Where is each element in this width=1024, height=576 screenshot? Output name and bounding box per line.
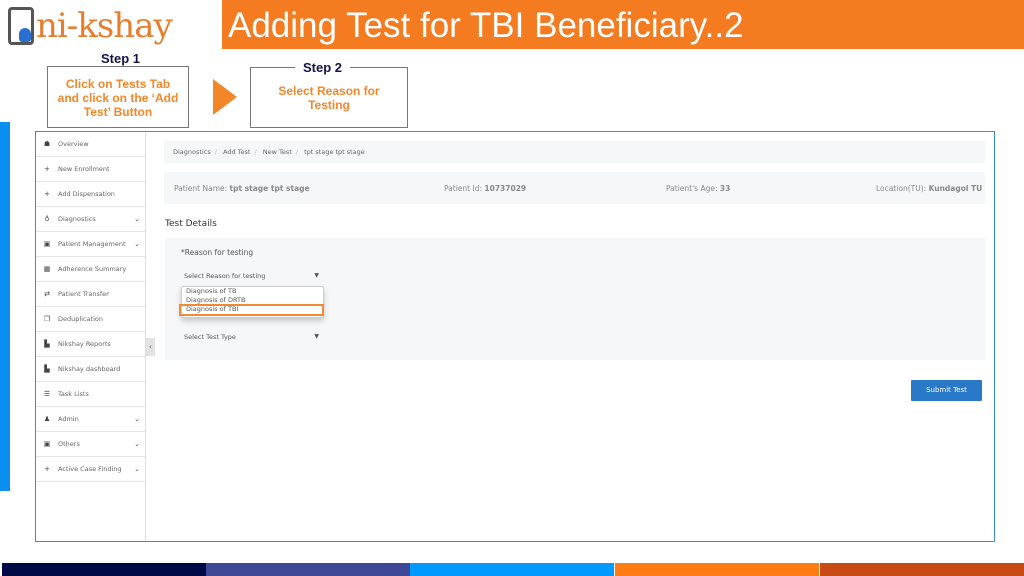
step-1-label: Step 1 — [93, 51, 149, 66]
reason-label: *Reason for testing — [181, 248, 254, 257]
plus-icon: + — [44, 165, 50, 173]
sidebar-item-patient-management[interactable]: ▣ Patient Management ⌄ — [36, 232, 145, 257]
sidebar-item-adherence-summary[interactable]: ▦ Adherence Summary — [36, 257, 145, 282]
briefcase-icon: ▣ — [43, 440, 51, 448]
breadcrumb-diagnostics[interactable]: Diagnostics — [173, 148, 211, 156]
sidebar-item-label: Add Dispensation — [58, 190, 115, 198]
dashboard-icon: ☗ — [43, 140, 51, 148]
reason-select[interactable]: Select Reason for testing ▼ — [181, 268, 324, 284]
bottom-color-bar — [2, 563, 1024, 576]
chevron-down-icon: ⌄ — [134, 440, 140, 448]
sidebar-item-others[interactable]: ▣ Others ⌄ — [36, 432, 145, 457]
step-2-label: Step 2 — [295, 60, 351, 75]
sidebar-item-label: Adherence Summary — [58, 265, 127, 273]
transfer-icon: ⇄ — [44, 290, 50, 298]
ni-kshay-logo: ni-kshay — [8, 4, 188, 48]
test-type-select[interactable]: Select Test Type ▼ — [181, 329, 324, 345]
sidebar-item-label: Diagnostics — [58, 215, 96, 223]
patient-info-bar: Patient Name: tpt stage tpt stage Patien… — [164, 172, 985, 204]
sidebar-item-label: Deduplication — [58, 315, 103, 323]
sidebar-item-label: Task Lists — [58, 390, 89, 398]
test-details-heading: Test Details — [165, 219, 217, 229]
sidebar-item-task-lists[interactable]: ☰ Task Lists — [36, 382, 145, 407]
patient-age: Patient's Age: 33 — [666, 184, 731, 193]
patient-name: Patient Name: tpt stage tpt stage — [174, 184, 310, 193]
step-1-box: Click on Tests Tab and click on the ‘Add… — [47, 66, 189, 128]
sidebar: ☗ Overview + New Enrollment + Add Dispensatio… — [36, 132, 146, 541]
list-icon: ☰ — [43, 390, 51, 398]
chevron-down-icon: ⌄ — [134, 415, 140, 423]
collapse-sidebar-button[interactable]: ‹ — [146, 338, 155, 356]
chevron-down-icon: ⌄ — [134, 240, 140, 248]
sidebar-item-admin[interactable]: ♟ Admin ⌄ — [36, 407, 145, 432]
sidebar-item-label: Admin — [58, 415, 79, 423]
user-icon: ♟ — [43, 415, 51, 423]
plus-icon: + — [44, 190, 50, 198]
slide-title: Adding Test for TBI Beneficiary..2 — [222, 0, 1024, 49]
logo-text: ni-kshay — [36, 6, 173, 46]
calendar-icon: ▦ — [43, 265, 51, 273]
chevron-down-icon: ⌄ — [134, 215, 140, 223]
sidebar-item-label: Overview — [58, 140, 89, 148]
breadcrumb-new-test[interactable]: New Test — [263, 148, 292, 156]
app-screenshot: ☗ Overview + New Enrollment + Add Dispensatio… — [35, 131, 995, 542]
patient-location: Location(TU): Kundagol TU — [876, 184, 983, 193]
sidebar-item-new-enrollment[interactable]: + New Enrollment — [36, 157, 145, 182]
step-2-box: Select Reason for Testing — [250, 67, 408, 128]
sidebar-item-label: Nikshay Reports — [58, 340, 111, 348]
sidebar-item-label: Nikshay dashboard — [58, 365, 121, 373]
file-icon: ▙ — [44, 365, 50, 373]
caret-down-icon: ▼ — [314, 272, 319, 279]
sidebar-item-deduplication[interactable]: ❐ Deduplication — [36, 307, 145, 332]
tablet-touch-icon — [8, 7, 34, 45]
stethoscope-icon: ♁ — [44, 215, 50, 223]
step-2-text: Select Reason for Testing — [278, 84, 380, 112]
breadcrumb: Diagnostics / Add Test / New Test / tpt sta… — [164, 141, 985, 163]
sidebar-item-label: Others — [58, 440, 80, 448]
sidebar-item-label: Patient Management — [58, 240, 126, 248]
sidebar-item-add-dispensation[interactable]: + Add Dispensation — [36, 182, 145, 207]
chevron-down-icon: ⌄ — [134, 465, 140, 473]
submit-test-button[interactable]: Submit Test — [911, 380, 982, 401]
breadcrumb-add-test[interactable]: Add Test — [223, 148, 250, 156]
file-icon: ▙ — [44, 340, 50, 348]
sidebar-item-label: Patient Transfer — [58, 290, 109, 298]
briefcase-icon: ▣ — [43, 240, 51, 248]
sidebar-item-label: Active Case Finding — [58, 465, 122, 473]
arrow-right-icon — [213, 79, 237, 115]
plus-icon: + — [44, 465, 50, 473]
step-1-text: Click on Tests Tab and click on the ‘Add… — [57, 77, 179, 119]
test-details-panel: *Reason for testing Select Reason for te… — [165, 238, 985, 360]
caret-down-icon: ▼ — [314, 333, 319, 340]
left-accent-bar — [0, 122, 10, 491]
sidebar-item-nikshay-dashboard[interactable]: ▙ Nikshay dashboard — [36, 357, 145, 382]
sidebar-item-patient-transfer[interactable]: ⇄ Patient Transfer — [36, 282, 145, 307]
breadcrumb-patient: tpt stage tpt stage — [304, 148, 365, 156]
sidebar-item-nikshay-reports[interactable]: ▙ Nikshay Reports — [36, 332, 145, 357]
patient-id: Patient Id: 10737029 — [444, 184, 527, 193]
sidebar-item-overview[interactable]: ☗ Overview — [36, 132, 145, 157]
sidebar-item-diagnostics[interactable]: ♁ Diagnostics ⌄ — [36, 207, 145, 232]
copy-icon: ❐ — [43, 315, 51, 323]
highlight-box — [179, 304, 324, 316]
sidebar-item-label: New Enrollment — [58, 165, 110, 173]
sidebar-item-active-case-finding[interactable]: + Active Case Finding ⌄ — [36, 457, 145, 482]
option-diagnosis-tb[interactable]: Diagnosis of TB — [186, 287, 323, 296]
